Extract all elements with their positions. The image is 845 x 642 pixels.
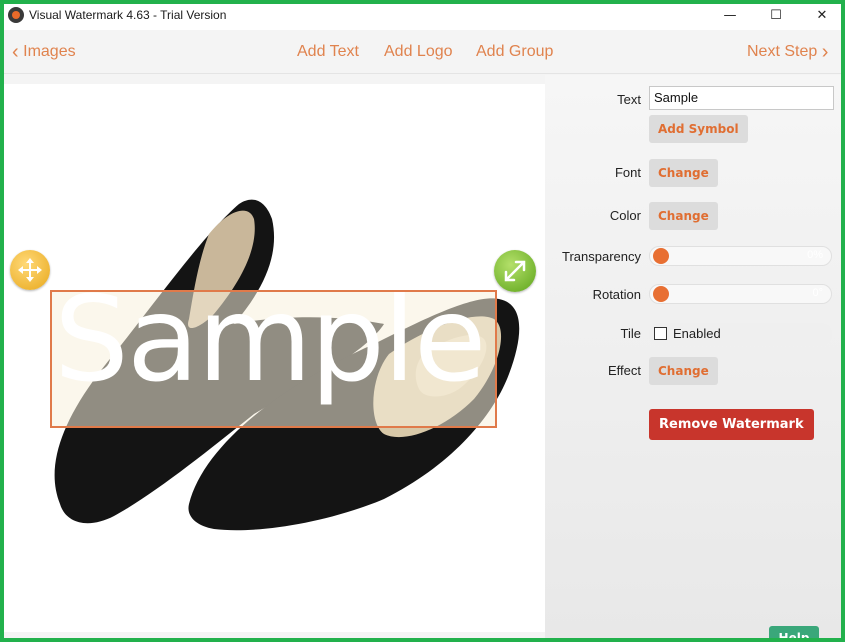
image-preview[interactable]: Sample <box>4 84 545 632</box>
title-bar: Visual Watermark 4.63 - Trial Version — … <box>4 4 841 30</box>
watermark-text-input[interactable]: Sample <box>649 86 834 110</box>
app-window: Visual Watermark 4.63 - Trial Version — … <box>0 0 845 642</box>
watermark-text: Sample <box>54 290 486 408</box>
close-button[interactable]: ✕ <box>799 4 841 30</box>
move-arrows-icon <box>18 258 42 282</box>
add-group-link[interactable]: Add Group <box>476 43 553 61</box>
move-handle[interactable] <box>10 250 50 290</box>
transparency-slider[interactable]: 0% <box>649 246 832 266</box>
transparency-value: 0% <box>807 249 823 261</box>
effect-change-button[interactable]: Change <box>649 357 718 385</box>
chevron-right-icon: › <box>821 41 829 63</box>
color-label: Color <box>609 208 641 223</box>
rotation-knob[interactable] <box>653 286 669 302</box>
transparency-label: Transparency <box>562 249 641 264</box>
transparency-knob[interactable] <box>653 248 669 264</box>
rotation-slider[interactable]: 0° <box>649 284 832 304</box>
tile-label: Tile <box>620 326 641 341</box>
next-step-link[interactable]: Next Step › <box>747 41 829 63</box>
effect-label: Effect <box>607 363 641 378</box>
color-change-button[interactable]: Change <box>649 202 718 230</box>
help-button[interactable]: Help <box>769 626 819 638</box>
resize-diagonal-icon <box>504 260 526 282</box>
rotation-label: Rotation <box>592 287 641 302</box>
back-to-images-link[interactable]: ‹ Images <box>12 41 76 63</box>
remove-watermark-button[interactable]: Remove Watermark <box>649 409 814 440</box>
font-label: Font <box>614 165 641 180</box>
next-label: Next Step <box>747 43 818 60</box>
tile-enabled-label: Enabled <box>673 326 721 341</box>
font-change-button[interactable]: Change <box>649 159 718 187</box>
minimize-button[interactable]: — <box>707 4 753 30</box>
window-title: Visual Watermark 4.63 - Trial Version <box>29 8 227 22</box>
back-label: Images <box>23 43 76 60</box>
maximize-button[interactable]: ☐ <box>753 4 799 30</box>
watermark-frame[interactable]: Sample <box>50 290 497 428</box>
chevron-left-icon: ‹ <box>12 41 19 63</box>
add-text-link[interactable]: Add Text <box>297 43 359 61</box>
add-symbol-button[interactable]: Add Symbol <box>649 115 748 143</box>
app-logo-icon <box>8 7 24 23</box>
text-label: Text <box>617 92 641 107</box>
settings-panel: Text Sample Add Symbol Font Change Color… <box>545 75 841 638</box>
add-logo-link[interactable]: Add Logo <box>384 43 453 61</box>
toolbar: ‹ Images Add Text Add Logo Add Group Nex… <box>4 30 841 74</box>
tile-toggle[interactable]: Enabled <box>649 323 832 345</box>
resize-handle[interactable] <box>494 250 536 292</box>
tile-checkbox[interactable] <box>654 327 667 340</box>
rotation-value: 0° <box>812 287 823 299</box>
